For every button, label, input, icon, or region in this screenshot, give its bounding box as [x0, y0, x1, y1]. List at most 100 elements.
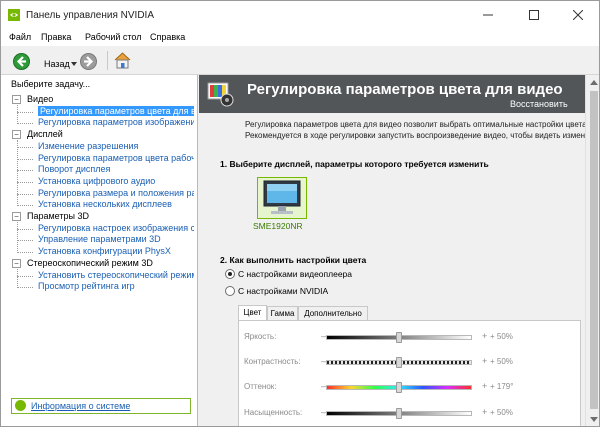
forward-button[interactable]	[79, 50, 99, 71]
option-nvidia-label: С настройками NVIDIA	[238, 286, 329, 296]
step-2-heading: 2. Как выполнить настройки цвета	[220, 255, 367, 265]
task-item[interactable]: Регулировка параметров изображения д	[38, 117, 194, 127]
menu-bar: Файл Правка Рабочий стол Справка	[1, 29, 599, 46]
slider-thumb[interactable]	[396, 332, 402, 343]
menu-edit[interactable]: Правка	[41, 32, 71, 42]
task-item[interactable]: Установить стереоскопический режим 3	[38, 270, 194, 280]
back-button-label: Назад	[44, 59, 70, 69]
info-icon	[15, 400, 26, 411]
slider-label: Контрастность:	[244, 357, 301, 366]
maximize-button[interactable]	[513, 1, 557, 29]
plus-icon[interactable]: +	[482, 407, 487, 417]
tree-branch-line	[17, 222, 18, 253]
slider-row: Насыщенность: – + + 50%	[239, 405, 582, 421]
tree-connector	[17, 111, 33, 113]
menu-help[interactable]: Справка	[150, 32, 185, 42]
description-line-2: Рекомендуется в ходе регулировки запусти…	[245, 131, 585, 140]
task-panel-header: Выберите задачу...	[11, 79, 91, 89]
slider-value: + 50%	[490, 332, 513, 341]
tree-connector	[17, 240, 33, 242]
video-color-icon	[207, 82, 234, 107]
content-panel: Регулировка параметров цвета для видео В…	[199, 75, 599, 426]
collapse-icon[interactable]: −	[12, 130, 21, 140]
toolbar-separator	[107, 51, 108, 70]
slider-thumb[interactable]	[396, 408, 402, 419]
nvidia-control-panel-window: Панель управления NVIDIA Файл Правка Раб…	[0, 0, 600, 427]
slider-label: Яркость:	[244, 332, 277, 341]
scroll-down-icon[interactable]	[590, 417, 598, 422]
menu-desktop[interactable]: Рабочий стол	[85, 32, 142, 42]
task-item[interactable]: Регулировка параметров цвета для вид	[38, 105, 194, 116]
tree-connector	[17, 275, 33, 277]
toolbar: Назад	[1, 46, 599, 75]
tab-gamma[interactable]: Гамма	[267, 306, 298, 320]
title-bar[interactable]: Панель управления NVIDIA	[1, 1, 599, 29]
tree-connector	[17, 287, 33, 289]
slider-label: Оттенок:	[244, 382, 277, 391]
scroll-up-icon[interactable]	[590, 80, 598, 85]
collapse-icon[interactable]: −	[12, 212, 21, 221]
content-area: Регулировка параметров цвета для видео В…	[199, 75, 585, 426]
plus-icon[interactable]: +	[482, 331, 487, 341]
tree-connector	[17, 170, 33, 172]
tree-connector	[17, 193, 33, 195]
close-icon	[573, 10, 583, 20]
slider-label: Насыщенность:	[244, 408, 303, 417]
task-item[interactable]: Просмотр рейтинга игр	[38, 281, 135, 291]
back-button[interactable]: Назад	[11, 50, 77, 71]
tab-color[interactable]: Цвет	[238, 305, 267, 320]
tree-branch-line	[17, 105, 18, 125]
display-selector[interactable]	[257, 177, 307, 219]
collapse-icon[interactable]: −	[12, 258, 21, 268]
task-item[interactable]: Регулировка настроек изображения с пр	[38, 223, 194, 233]
minimize-button[interactable]	[467, 1, 511, 29]
task-category[interactable]: Параметры 3D	[27, 211, 89, 221]
color-tab-panel: Яркость: – + + 50% Контрастность: – + + 50% Отте…	[238, 320, 582, 426]
tree-connector	[17, 252, 33, 254]
vertical-scrollbar[interactable]	[585, 75, 599, 426]
nvidia-app-icon	[8, 9, 20, 21]
page-banner: Регулировка параметров цвета для видео В…	[199, 75, 585, 113]
plus-icon[interactable]: +	[482, 381, 487, 391]
step-1-heading: 1. Выберите дисплей, параметры которого …	[220, 159, 489, 169]
system-info-link[interactable]: Информация о системе	[11, 398, 191, 414]
task-category[interactable]: Дисплей	[27, 129, 63, 139]
slider-row: Контрастность: – + + 50%	[239, 354, 582, 370]
restore-link[interactable]: Восстановить	[510, 99, 568, 109]
back-dropdown-icon[interactable]	[71, 62, 77, 66]
tree-connector	[17, 146, 33, 148]
task-panel: Выберите задачу... − Видео Регулировка пар…	[1, 75, 198, 426]
radio-nvidia[interactable]	[225, 286, 235, 296]
slider-thumb[interactable]	[396, 382, 402, 393]
back-arrow-icon	[13, 53, 30, 70]
task-category[interactable]: Стереоскопический режим 3D	[27, 258, 153, 268]
slider-thumb[interactable]	[396, 357, 402, 368]
plus-icon[interactable]: +	[482, 356, 487, 366]
display-name: SME1920NR	[253, 221, 303, 231]
task-item[interactable]: Установка нескольких дисплеев	[38, 199, 172, 209]
task-item[interactable]: Изменение разрешения	[38, 141, 138, 151]
maximize-icon	[529, 10, 539, 20]
tree-branch-line	[17, 140, 18, 206]
tree-connector	[17, 205, 33, 207]
task-item[interactable]: Управление параметрами 3D	[38, 234, 161, 244]
tree-branch-line	[17, 268, 18, 288]
scroll-thumb[interactable]	[590, 91, 598, 409]
collapse-icon[interactable]: −	[12, 95, 21, 104]
slider-value: + 50%	[490, 357, 513, 366]
page-title: Регулировка параметров цвета для видео	[247, 81, 563, 98]
task-item[interactable]: Регулировка размера и положения рабо	[38, 188, 194, 198]
forward-arrow-icon	[80, 53, 97, 70]
monitor-icon	[263, 180, 301, 214]
tab-advanced[interactable]: Дополнительно	[298, 306, 368, 320]
task-item[interactable]: Установка конфигурации PhysX	[38, 246, 171, 256]
task-category[interactable]: Видео	[27, 94, 53, 104]
tree-connector	[17, 228, 33, 230]
task-item[interactable]: Установка цифрового аудио	[38, 176, 155, 186]
task-item[interactable]: Поворот дисплея	[38, 164, 110, 174]
menu-file[interactable]: Файл	[9, 32, 31, 42]
home-button[interactable]	[113, 50, 133, 71]
task-item[interactable]: Регулировка параметров цвета рабочег	[38, 153, 194, 163]
radio-player[interactable]	[225, 269, 235, 279]
close-button[interactable]	[557, 1, 599, 29]
